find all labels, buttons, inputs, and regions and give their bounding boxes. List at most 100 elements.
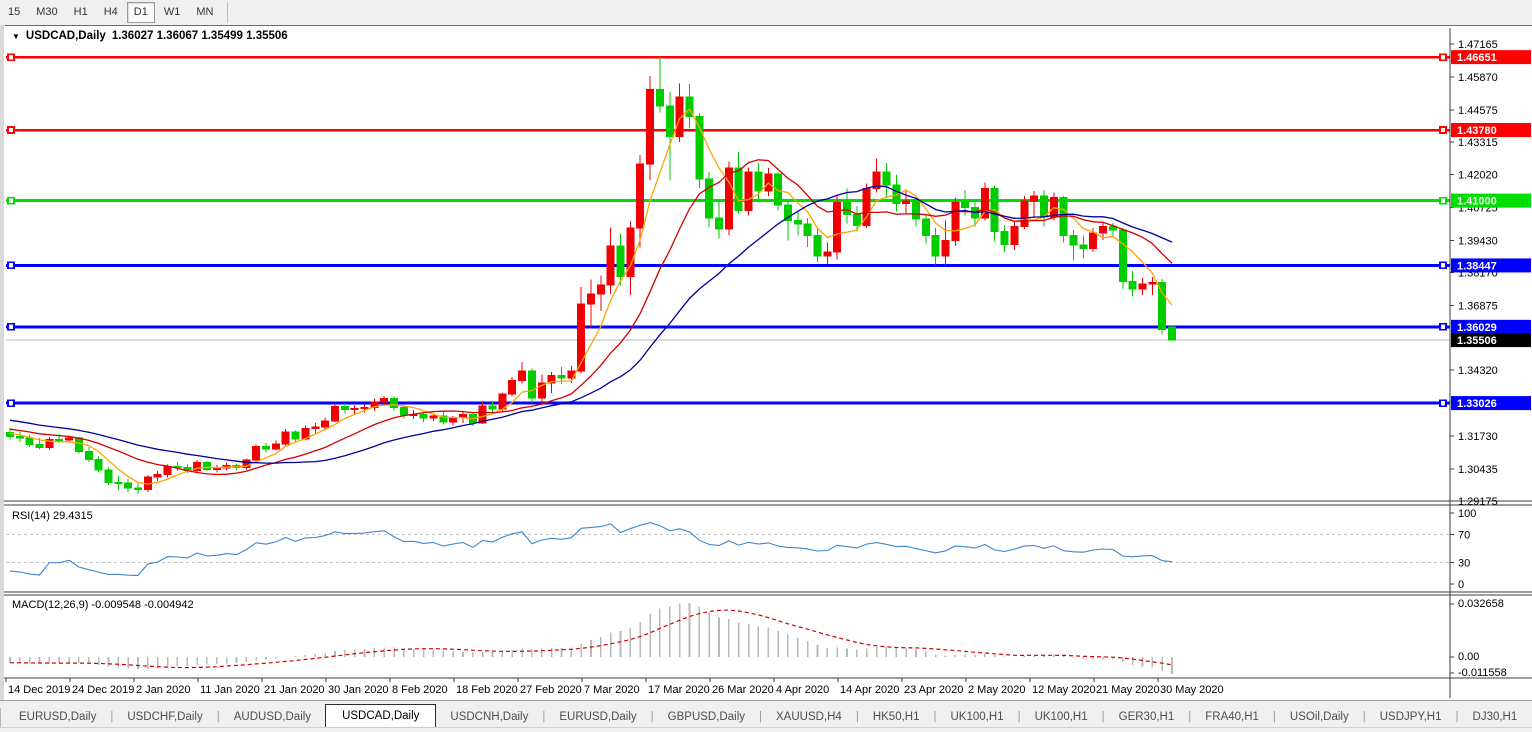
mt4-application-window: 15M30H1H4D1W1MN 1.471651.458701.445751.4… bbox=[0, 0, 1532, 732]
candle bbox=[725, 168, 732, 229]
svg-text:1.39430: 1.39430 bbox=[1458, 235, 1498, 247]
candle bbox=[1080, 245, 1087, 248]
timeframe-button-mn[interactable]: MN bbox=[189, 2, 220, 23]
chart-tab-ger30-h1[interactable]: GER30,H1 bbox=[1105, 707, 1189, 728]
candle bbox=[607, 246, 614, 285]
chart-tab-usdcad-daily[interactable]: USDCAD,Daily bbox=[325, 704, 436, 728]
svg-text:4 Apr 2020: 4 Apr 2020 bbox=[776, 684, 829, 696]
candle bbox=[617, 246, 624, 276]
candle bbox=[666, 106, 673, 136]
tab-bar-left-edge bbox=[0, 708, 1, 728]
candle bbox=[1149, 282, 1156, 284]
candle bbox=[912, 201, 919, 219]
chart-tab-eurusd-daily[interactable]: EURUSD,Daily bbox=[5, 707, 110, 728]
chart-tab-eurusd-daily[interactable]: EURUSD,Daily bbox=[545, 707, 650, 728]
candle bbox=[962, 203, 969, 208]
candle bbox=[942, 241, 949, 256]
candle bbox=[56, 439, 63, 440]
candle bbox=[804, 224, 811, 236]
candle bbox=[164, 467, 171, 475]
candle bbox=[844, 203, 851, 215]
svg-text:1.43315: 1.43315 bbox=[1458, 137, 1498, 149]
svg-text:26 Mar 2020: 26 Mar 2020 bbox=[712, 684, 774, 696]
candle bbox=[85, 451, 92, 459]
chart-tab-usoil-daily[interactable]: USOil,Daily bbox=[1276, 707, 1363, 728]
timeframe-button-h4[interactable]: H4 bbox=[97, 2, 125, 23]
svg-text:1.29175: 1.29175 bbox=[1458, 496, 1498, 508]
candle bbox=[351, 408, 358, 409]
candle bbox=[203, 463, 210, 470]
candle bbox=[499, 394, 506, 409]
svg-text:1.34320: 1.34320 bbox=[1458, 365, 1498, 377]
chart-tab-uk100-h1[interactable]: UK100,H1 bbox=[1021, 707, 1102, 728]
candle bbox=[716, 218, 723, 229]
chart-tab-dj30-h1[interactable]: DJ30,H1 bbox=[1459, 707, 1532, 728]
chart-tab-fra40-h1[interactable]: FRA40,H1 bbox=[1191, 707, 1273, 728]
chart-tab-hk50-h1[interactable]: HK50,H1 bbox=[859, 707, 934, 728]
chart-tab-audusd-daily[interactable]: AUDUSD,Daily bbox=[220, 707, 325, 728]
timeframe-button-w1[interactable]: W1 bbox=[157, 2, 188, 23]
chart-tab-usdcnh-daily[interactable]: USDCNH,Daily bbox=[436, 707, 542, 728]
chart-tab-usdjpy-h1[interactable]: USDJPY,H1 bbox=[1366, 707, 1456, 728]
candle bbox=[509, 380, 516, 394]
candle bbox=[312, 427, 319, 429]
timeframe-button-d1[interactable]: D1 bbox=[127, 2, 155, 23]
chart-title-row: ▼ USDCAD,Daily 1.36027 1.36067 1.35499 1… bbox=[12, 30, 288, 42]
chart-window: 1.471651.458701.445751.433151.420201.407… bbox=[0, 25, 1532, 700]
timeframe-button-h1[interactable]: H1 bbox=[67, 2, 95, 23]
chart-tab-gbpusd-daily[interactable]: GBPUSD,Daily bbox=[654, 707, 759, 728]
candle bbox=[903, 201, 910, 204]
toolbar-separator bbox=[227, 2, 228, 23]
candle bbox=[922, 219, 929, 236]
svg-text:70: 70 bbox=[1458, 529, 1470, 541]
candle bbox=[75, 438, 82, 451]
chart-tab-xauusd-h4[interactable]: XAUUSD,H4 bbox=[762, 707, 856, 728]
candle bbox=[400, 407, 407, 415]
candle bbox=[489, 406, 496, 409]
candle bbox=[115, 482, 122, 483]
svg-text:30 May 2020: 30 May 2020 bbox=[1160, 684, 1224, 696]
candle bbox=[36, 444, 43, 447]
svg-text:27 Feb 2020: 27 Feb 2020 bbox=[520, 684, 582, 696]
candle bbox=[735, 168, 742, 210]
candle bbox=[588, 294, 595, 304]
chart-tab-usdchf-daily[interactable]: USDCHF,Daily bbox=[113, 707, 216, 728]
svg-text:1.36029: 1.36029 bbox=[1457, 322, 1497, 334]
timeframe-button-m30[interactable]: M30 bbox=[29, 2, 64, 23]
chart-tab-uk100-h1[interactable]: UK100,H1 bbox=[937, 707, 1018, 728]
svg-text:8 Feb 2020: 8 Feb 2020 bbox=[392, 684, 448, 696]
svg-text:24 Dec 2019: 24 Dec 2019 bbox=[72, 684, 134, 696]
candle bbox=[282, 432, 289, 444]
svg-text:2 Jan 2020: 2 Jan 2020 bbox=[136, 684, 190, 696]
timeframe-button-15[interactable]: 15 bbox=[1, 2, 27, 23]
svg-text:1.46651: 1.46651 bbox=[1457, 52, 1497, 64]
candle bbox=[1169, 327, 1176, 340]
svg-text:0.032658: 0.032658 bbox=[1458, 598, 1504, 610]
candle bbox=[519, 371, 526, 380]
candle bbox=[263, 446, 270, 449]
candle bbox=[391, 399, 398, 408]
svg-text:1.42020: 1.42020 bbox=[1458, 170, 1498, 182]
candle bbox=[1129, 281, 1136, 289]
candle bbox=[824, 252, 831, 256]
svg-text:1.33026: 1.33026 bbox=[1457, 398, 1497, 410]
candle bbox=[16, 436, 23, 438]
candle bbox=[637, 164, 644, 228]
candle bbox=[853, 215, 860, 226]
candle bbox=[135, 488, 142, 490]
candle bbox=[361, 407, 368, 408]
svg-text:18 Feb 2020: 18 Feb 2020 bbox=[456, 684, 518, 696]
candle bbox=[528, 371, 535, 398]
rsi-indicator-label: RSI(14) 29.4315 bbox=[12, 510, 93, 522]
svg-text:17 Mar 2020: 17 Mar 2020 bbox=[648, 684, 710, 696]
chart-surface[interactable]: 1.471651.458701.445751.433151.420201.407… bbox=[4, 26, 1532, 701]
candle bbox=[932, 236, 939, 256]
chart-ohlc-values: 1.36027 1.36067 1.35499 1.35506 bbox=[112, 30, 288, 42]
svg-text:100: 100 bbox=[1458, 508, 1476, 520]
candle bbox=[1021, 201, 1028, 226]
candle bbox=[1011, 227, 1018, 245]
chart-context-arrow-icon[interactable]: ▼ bbox=[12, 32, 20, 41]
candle bbox=[322, 421, 329, 427]
svg-text:0.00: 0.00 bbox=[1458, 651, 1479, 663]
svg-text:1.36875: 1.36875 bbox=[1458, 300, 1498, 312]
